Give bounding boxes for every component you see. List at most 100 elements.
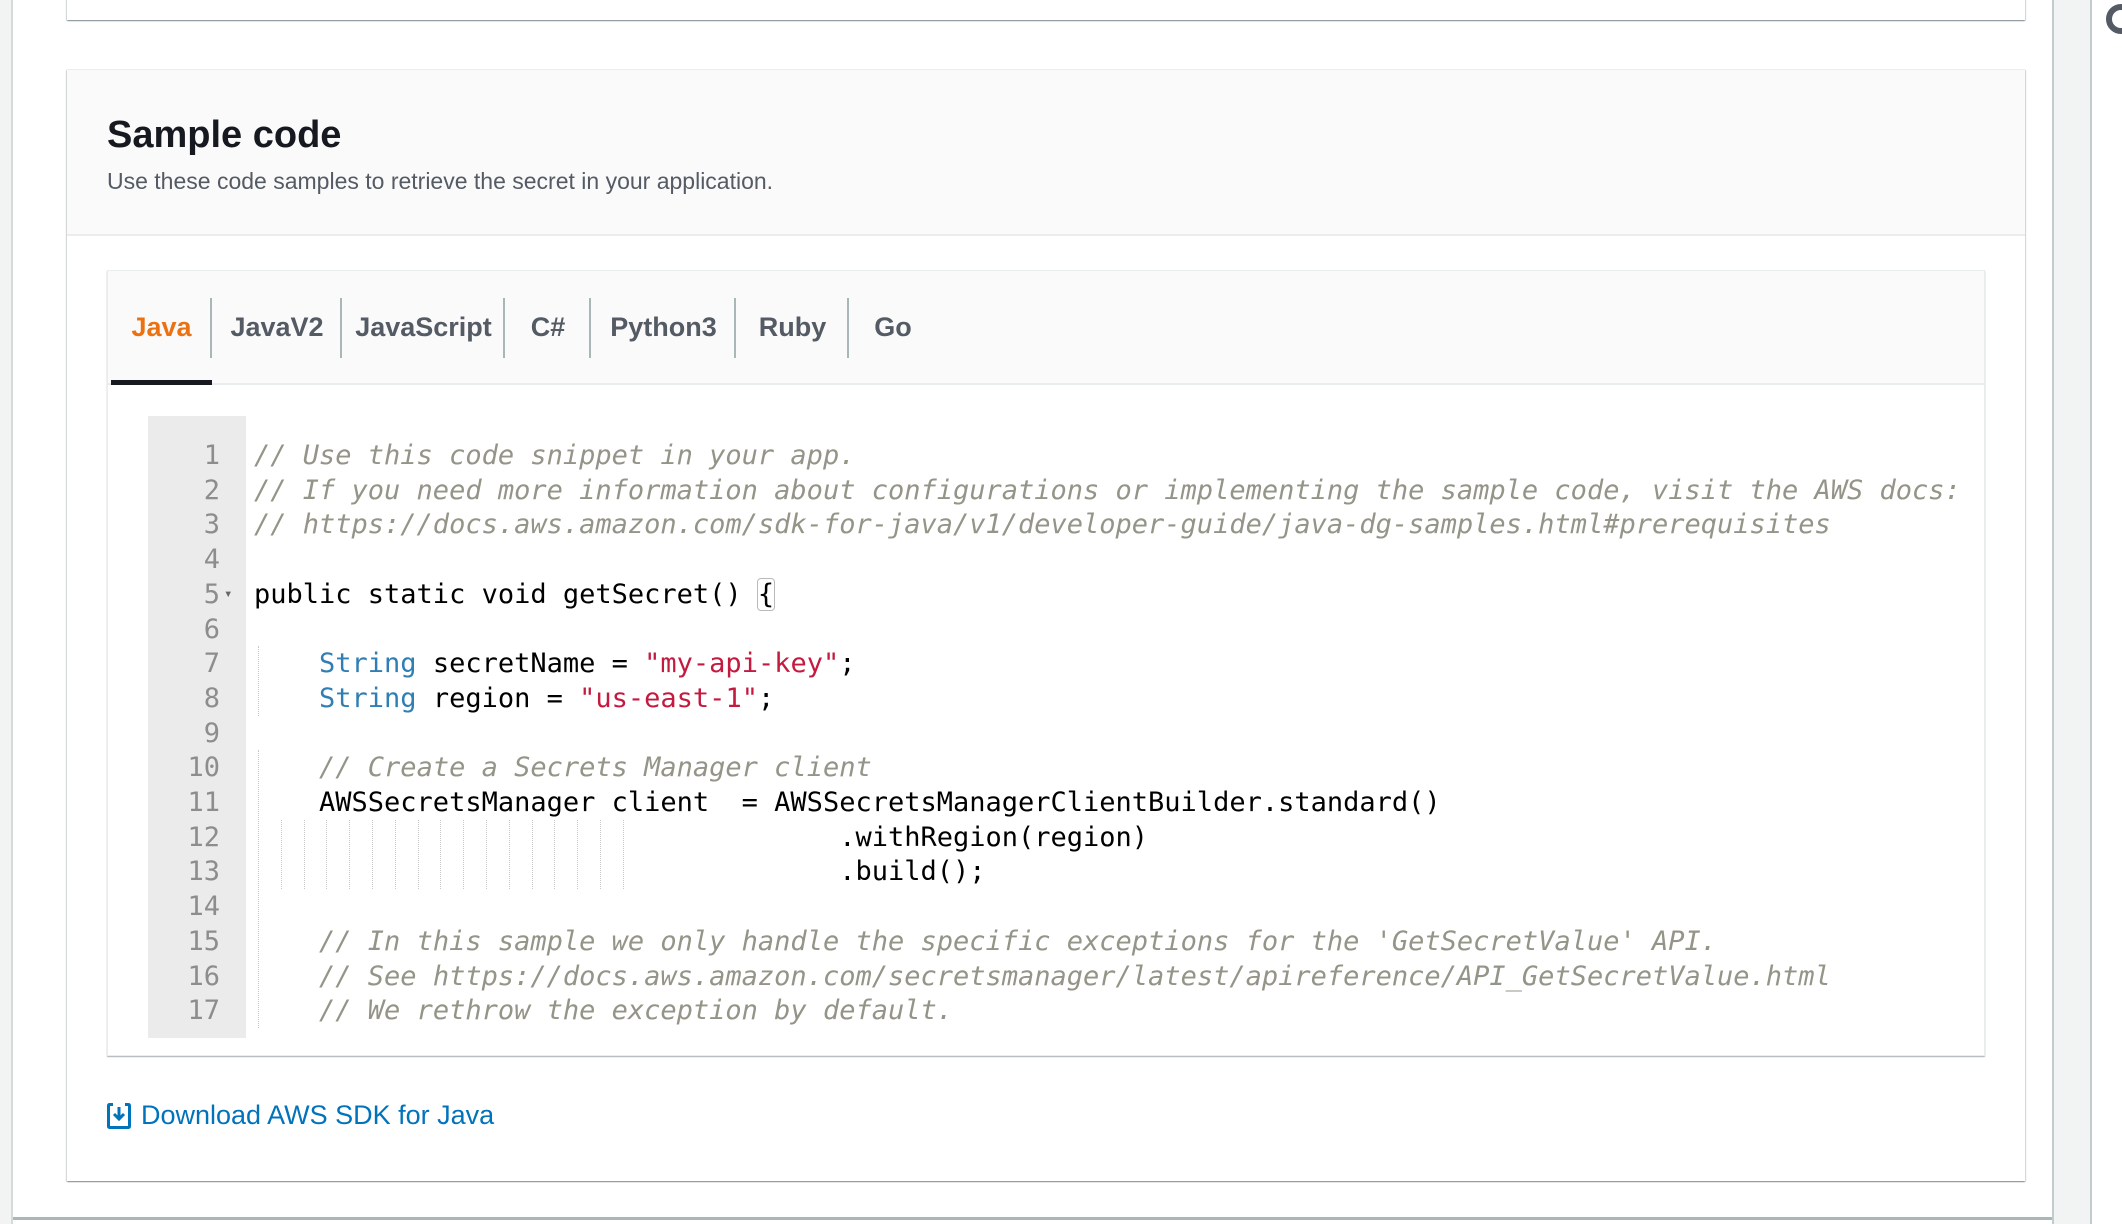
code-text: // https://docs.aws.amazon.com/sdk-for-j… <box>254 507 1831 542</box>
code-token: // In this sample we only handle the spe… <box>319 925 1717 957</box>
code-token: "my-api-key" <box>644 648 840 680</box>
indent-guide <box>531 819 533 890</box>
tab-label: Ruby <box>758 311 827 342</box>
code-token: .build(); <box>254 856 986 888</box>
code-text: // See https://docs.aws.amazon.com/secre… <box>254 959 1831 994</box>
line-number: 8 <box>203 682 220 714</box>
line-number: 12 <box>187 821 220 853</box>
sample-code-panel: Sample code Use these code samples to re… <box>67 69 2025 1181</box>
indent-guide <box>349 819 351 890</box>
code-text: public static void getSecret() { <box>254 577 776 612</box>
tab-go[interactable]: Go <box>849 271 937 383</box>
code-text: String region = "us-east-1"; <box>254 681 774 716</box>
code-samples-card: Java JavaV2 JavaScript C# Python3 Ruby G… <box>107 270 1985 1056</box>
download-icon <box>107 1102 131 1129</box>
line-number: 5 <box>203 578 220 610</box>
code-token: ; <box>839 648 856 680</box>
indent-guide <box>326 819 328 890</box>
fold-arrow-icon[interactable]: ▾ <box>224 577 232 612</box>
indent-guide <box>463 819 465 890</box>
code-token: String <box>319 682 417 714</box>
tab-label: JavaScript <box>355 311 492 342</box>
code-text: // We rethrow the exception by default. <box>254 993 953 1028</box>
line-number: 3 <box>203 509 220 541</box>
code-token: // We rethrow the exception by default. <box>319 995 953 1027</box>
previous-panel <box>67 0 2025 20</box>
line-number: 16 <box>187 960 220 992</box>
page-container: Sample code Use these code samples to re… <box>13 0 2053 1220</box>
code-token: // If you need more information about co… <box>254 474 1961 506</box>
code-text: String secretName = "my-api-key"; <box>254 646 856 681</box>
tab-label: Java <box>131 311 192 342</box>
panel-title: Sample code <box>107 114 342 156</box>
code-text: .withRegion(region) <box>254 820 1148 855</box>
code-token: String <box>319 648 417 680</box>
code-text: // In this sample we only handle the spe… <box>254 924 1717 959</box>
line-number: 9 <box>203 717 220 749</box>
code-token: ; <box>757 682 775 714</box>
indent-guide <box>258 646 259 716</box>
code-token: "us-east-1" <box>579 682 758 714</box>
indent-guide <box>280 819 282 890</box>
code-token: AWSSecretsManager client = AWSSecretsMan… <box>254 787 1441 819</box>
code-text: // Create a Secrets Manager client <box>254 750 872 785</box>
tab-java[interactable]: Java <box>111 271 212 385</box>
indent-guide <box>372 819 373 890</box>
help-icon[interactable] <box>2106 4 2122 34</box>
code-token: // https://docs.aws.amazon.com/sdk-for-j… <box>254 509 1831 541</box>
indent-guide <box>508 819 510 890</box>
indent-guide <box>577 819 579 890</box>
code-token: // See https://docs.aws.amazon.com/secre… <box>319 960 1831 992</box>
indent-guide <box>554 819 556 890</box>
line-number: 14 <box>187 891 220 923</box>
indent-guide <box>622 819 624 890</box>
line-number: 13 <box>187 856 220 888</box>
line-number: 2 <box>203 474 220 506</box>
tab-label: Go <box>874 311 912 342</box>
indent-guide <box>417 819 419 890</box>
line-number: 10 <box>187 752 220 784</box>
tab-label: Python3 <box>610 311 717 342</box>
indent-guide <box>440 819 442 890</box>
code-token: // Use this code snippet in your app. <box>254 440 856 471</box>
line-number: 1 <box>203 440 220 471</box>
code-text: AWSSecretsManager client = AWSSecretsMan… <box>254 785 1441 820</box>
line-number: 11 <box>187 787 220 819</box>
language-tabs: Java JavaV2 JavaScript C# Python3 Ruby G… <box>108 271 1984 385</box>
line-number: 15 <box>187 925 220 957</box>
tab-ruby[interactable]: Ruby <box>736 271 849 383</box>
panel-description: Use these code samples to retrieve the s… <box>107 168 774 194</box>
right-scroll-strip[interactable] <box>2052 0 2092 1224</box>
code-editor[interactable]: 1 // Use this code snippet in your app. 2 /… <box>148 416 1961 1038</box>
indent-guide <box>486 819 487 890</box>
line-number: 4 <box>203 544 220 576</box>
code-text: // Use this code snippet in your app. <box>254 438 855 473</box>
tab-javav2[interactable]: JavaV2 <box>212 271 342 383</box>
left-gutter-strip <box>0 0 13 1224</box>
indent-guide <box>303 819 305 890</box>
line-number: 6 <box>203 613 220 645</box>
download-sdk-link[interactable]: Download AWS SDK for Java <box>107 1100 494 1131</box>
code-token: secretName = <box>416 648 645 680</box>
tab-label: JavaV2 <box>230 311 324 342</box>
indent-guide <box>600 819 601 890</box>
code-token: public static void getSecret() <box>254 578 758 610</box>
tab-csharp[interactable]: C# <box>505 271 591 383</box>
download-sdk-label: Download AWS SDK for Java <box>141 1100 495 1130</box>
code-token: // Create a Secrets Manager client <box>319 752 872 784</box>
code-token: { <box>756 577 776 611</box>
panel-header: Sample code Use these code samples to re… <box>67 70 2025 236</box>
tab-javascript[interactable]: JavaScript <box>342 271 505 383</box>
line-number: 17 <box>187 995 220 1027</box>
indent-guide <box>258 750 259 1028</box>
code-text: .build(); <box>254 854 986 889</box>
tab-python3[interactable]: Python3 <box>591 271 736 383</box>
indent-guide <box>394 819 396 890</box>
line-number: 7 <box>203 648 220 680</box>
tab-label: C# <box>530 311 566 342</box>
